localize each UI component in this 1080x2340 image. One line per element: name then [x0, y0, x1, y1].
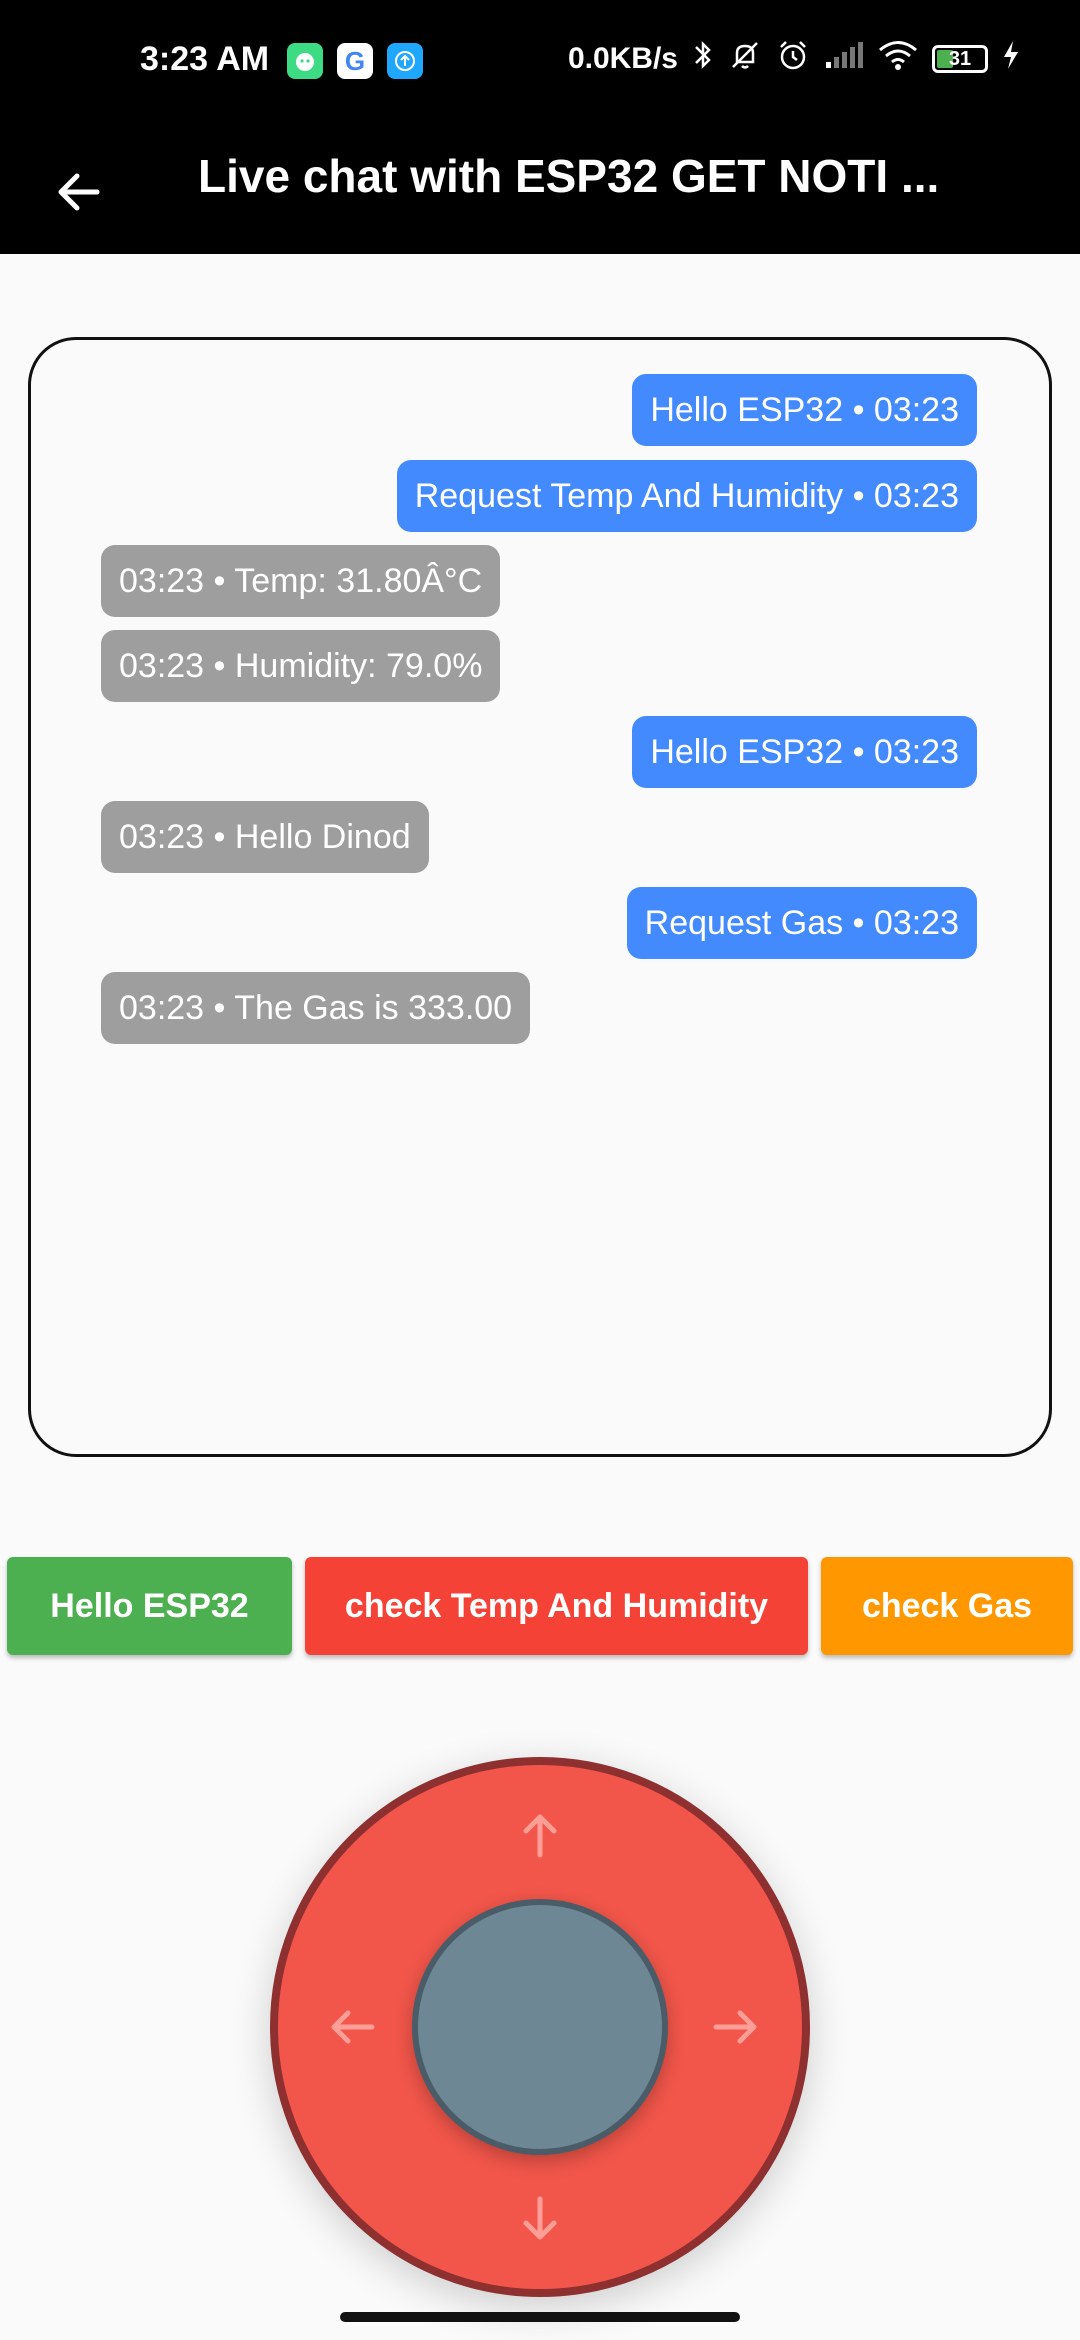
bluetooth-icon: [692, 38, 714, 80]
message-sent: Request Gas • 03:23: [626, 887, 977, 959]
arrow-left-icon: [322, 1997, 382, 2057]
arrow-down-icon: [510, 2189, 570, 2249]
message-sent: Hello ESP32 • 03:23: [632, 374, 977, 446]
status-right: 0.0KB/s 31: [568, 38, 1020, 80]
battery-icon: 31: [932, 45, 988, 73]
google-icon: G: [337, 43, 373, 79]
hello-esp32-button[interactable]: Hello ESP32: [7, 1557, 292, 1655]
page-title: Live chat with ESP32 GET NOTI ...: [198, 150, 940, 202]
alarm-icon: [776, 38, 810, 80]
arrow-right-icon: [706, 1997, 766, 2057]
upload-icon: [387, 43, 423, 79]
check-gas-button[interactable]: check Gas: [821, 1557, 1073, 1655]
check-temp-humidity-button[interactable]: check Temp And Humidity: [305, 1557, 808, 1655]
joystick-base[interactable]: [270, 1757, 810, 2297]
message-received: 03:23 • Hello Dinod: [101, 801, 429, 873]
joystick-knob[interactable]: [412, 1899, 668, 2155]
app-bar: Live chat with ESP32 GET NOTI ...: [0, 124, 1080, 254]
wifi-icon: [878, 39, 918, 79]
network-speed: 0.0KB/s: [567, 42, 678, 75]
arrow-back-icon: [58, 173, 100, 211]
message-received: 03:23 • Temp: 31.80Â°C: [101, 545, 501, 617]
message-sent: Request Temp And Humidity • 03:23: [396, 460, 977, 532]
message-received: 03:23 • The Gas is 333.00: [101, 972, 531, 1044]
charging-icon: [1002, 40, 1020, 78]
notification-icons: G: [287, 43, 423, 79]
status-time: 3:23 AM: [140, 40, 270, 78]
message-sent: Hello ESP32 • 03:23: [632, 716, 977, 788]
message-received: 03:23 • Humidity: 79.0%: [101, 630, 501, 702]
status-bar: 3:23 AM G 0.0KB/s 31: [0, 0, 1080, 124]
arrow-up-icon: [510, 1805, 570, 1865]
android-icon: [287, 43, 323, 79]
mute-icon: [728, 38, 762, 80]
back-button[interactable]: [40, 154, 116, 230]
home-indicator[interactable]: [340, 2312, 740, 2322]
chat-box[interactable]: Hello ESP32 • 03:23 Request Temp And Hum…: [28, 337, 1052, 1457]
signal-icon: [824, 40, 864, 78]
battery-level: 31: [948, 47, 972, 70]
